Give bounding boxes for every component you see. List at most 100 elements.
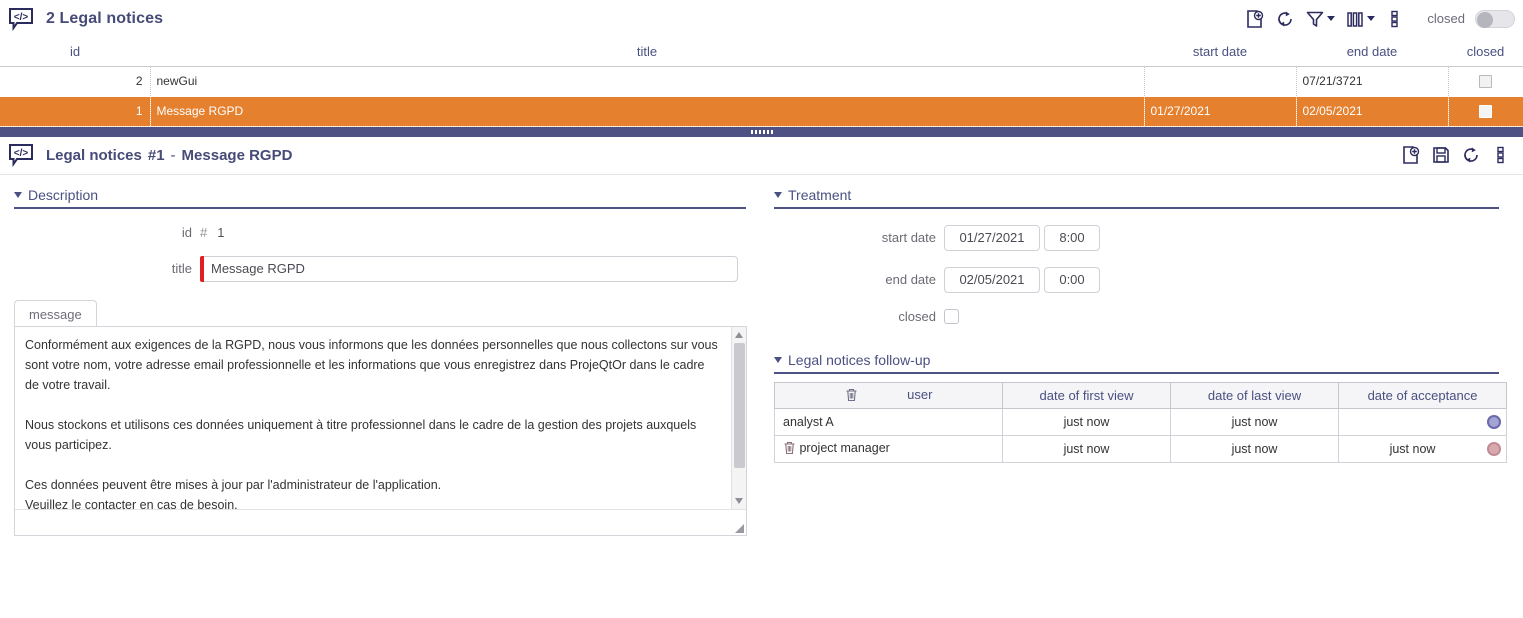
closed-toggle[interactable]	[1475, 10, 1515, 28]
cell-start-date: 01/27/2021	[1144, 96, 1296, 126]
start-date-input[interactable]	[944, 225, 1040, 251]
field-row-closed: closed	[774, 309, 1499, 324]
resize-handle[interactable]	[735, 524, 744, 533]
cell-title: newGui	[150, 66, 1144, 96]
message-tabs: message	[14, 300, 746, 327]
chevron-down-icon	[774, 357, 782, 363]
list-toolbar: closed	[1241, 5, 1515, 33]
grid-body: 2 newGui 07/21/3721 1 Message RGPD 01/27…	[0, 66, 1523, 126]
start-time-input[interactable]	[1044, 225, 1100, 251]
title-label: title	[14, 261, 200, 276]
status-badge-info-icon[interactable]	[1487, 415, 1501, 429]
legal-notices-grid: id title start date end date closed 2 ne…	[0, 38, 1523, 127]
detail-panel-header: </> Legal notices #1 - Message RGPD	[0, 137, 1523, 175]
cell-title: Message RGPD	[150, 96, 1144, 126]
detail-title: Legal notices #1 - Message RGPD	[46, 147, 292, 164]
followup-section: Legal notices follow-up	[774, 350, 1499, 463]
followup-acceptance-cell: just now	[1339, 435, 1507, 462]
detail-number: #1	[148, 147, 165, 164]
grid-col-title[interactable]: title	[150, 38, 1144, 66]
save-icon[interactable]	[1427, 141, 1455, 169]
tab-message[interactable]: message	[14, 300, 97, 327]
filter-dropdown-caret[interactable]	[1327, 16, 1335, 21]
scroll-up-arrow-icon[interactable]	[735, 332, 743, 338]
start-date-label: start date	[774, 230, 944, 245]
id-value: 1	[217, 225, 224, 240]
message-scrollbar[interactable]	[731, 327, 746, 509]
followup-user-cell: project manager	[775, 435, 1003, 462]
followup-first-view-cell: just now	[1003, 435, 1171, 462]
page-title: 2 Legal notices	[46, 10, 163, 28]
followup-header: user date of first view date of last vie…	[775, 382, 1507, 408]
closed-toggle-label: closed	[1427, 11, 1465, 26]
columns-dropdown-caret[interactable]	[1367, 16, 1375, 21]
grid-col-end-date[interactable]: end date	[1296, 38, 1448, 66]
section-title-treatment: Treatment	[788, 187, 851, 203]
closed-checkbox[interactable]	[944, 309, 959, 324]
end-time-input[interactable]	[1044, 267, 1100, 293]
more-options-icon[interactable]	[1487, 141, 1515, 169]
detail-toolbar	[1397, 141, 1515, 169]
code-comment-icon: </>	[6, 142, 36, 168]
cell-closed	[1448, 96, 1523, 126]
id-label: id	[14, 225, 200, 240]
followup-col-last-view: date of last view	[1171, 382, 1339, 408]
cell-closed	[1448, 66, 1523, 96]
followup-body: analyst A just now just now	[775, 408, 1507, 462]
required-indicator	[200, 256, 204, 282]
detail-separator: -	[171, 147, 176, 164]
new-document-icon[interactable]	[1241, 5, 1269, 33]
field-row-start-date: start date	[774, 225, 1499, 251]
refresh-icon[interactable]	[1271, 5, 1299, 33]
status-badge-accepted-icon[interactable]	[1487, 442, 1501, 456]
legal-notices-list-panel: </> 2 Legal notices	[0, 0, 1523, 127]
svg-text:</>: </>	[14, 12, 29, 23]
table-row[interactable]: project manager just now just now just n…	[775, 435, 1507, 462]
filter-icon[interactable]	[1301, 5, 1329, 33]
title-input[interactable]	[200, 256, 738, 282]
section-header-treatment[interactable]: Treatment	[774, 185, 1499, 209]
message-textarea[interactable]: Conformément aux exigences de la RGPD, n…	[15, 327, 728, 509]
followup-acceptance-cell	[1339, 408, 1507, 435]
table-row[interactable]: 2 newGui 07/21/3721	[0, 66, 1523, 96]
description-column: Description id # 1 title message Conform…	[0, 185, 760, 536]
followup-col-first-view: date of first view	[1003, 382, 1171, 408]
scroll-down-arrow-icon[interactable]	[735, 498, 743, 504]
section-title-followup: Legal notices follow-up	[788, 352, 930, 368]
field-row-end-date: end date	[774, 267, 1499, 293]
closed-checkbox[interactable]	[1479, 75, 1492, 88]
grid-col-closed[interactable]: closed	[1448, 38, 1523, 66]
end-date-input[interactable]	[944, 267, 1040, 293]
refresh-icon[interactable]	[1457, 141, 1485, 169]
field-row-id: id # 1	[14, 225, 746, 240]
grid-col-id[interactable]: id	[0, 38, 150, 66]
message-resize-area	[14, 509, 747, 536]
section-header-description[interactable]: Description	[14, 185, 746, 209]
section-title-description: Description	[28, 187, 98, 203]
panel-splitter[interactable]	[0, 127, 1523, 137]
followup-col-user: user	[775, 382, 1003, 408]
columns-icon[interactable]	[1341, 5, 1369, 33]
trash-icon[interactable]	[783, 441, 796, 456]
table-row[interactable]: 1 Message RGPD 01/27/2021 02/05/2021	[0, 96, 1523, 126]
table-row[interactable]: analyst A just now just now	[775, 408, 1507, 435]
treatment-column: Treatment start date end date closed Leg…	[760, 185, 1513, 536]
followup-last-view-cell: just now	[1171, 408, 1339, 435]
scrollbar-thumb[interactable]	[734, 343, 745, 468]
followup-last-view-cell: just now	[1171, 435, 1339, 462]
followup-col-acceptance: date of acceptance	[1339, 382, 1507, 408]
field-row-title: title	[14, 256, 746, 282]
svg-text:</>: </>	[14, 148, 29, 159]
closed-checkbox[interactable]	[1479, 105, 1492, 118]
new-document-icon[interactable]	[1397, 141, 1425, 169]
trash-icon[interactable]	[845, 388, 858, 403]
followup-acceptance-label: just now	[1390, 442, 1436, 456]
message-tabs-wrapper: message Conformément aux exigences de la…	[14, 300, 746, 536]
more-options-icon[interactable]	[1381, 5, 1409, 33]
grid-header-row: id title start date end date closed	[0, 38, 1523, 66]
section-header-followup[interactable]: Legal notices follow-up	[774, 350, 1499, 374]
end-date-label: end date	[774, 272, 944, 287]
cell-start-date	[1144, 66, 1296, 96]
chevron-down-icon	[774, 192, 782, 198]
grid-col-start-date[interactable]: start date	[1144, 38, 1296, 66]
